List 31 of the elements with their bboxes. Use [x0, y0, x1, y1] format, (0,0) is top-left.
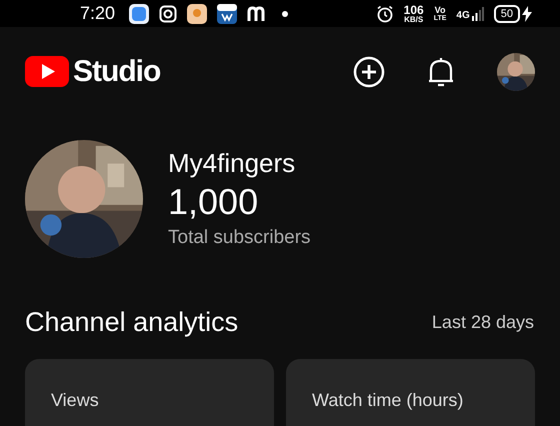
add-icon — [353, 56, 385, 88]
metric-label: Watch time (hours) — [312, 390, 464, 410]
metric-label: Views — [51, 390, 99, 410]
analytics-card[interactable]: Watch time (hours) — [286, 358, 535, 426]
dot-icon — [281, 10, 290, 18]
play-logo-icon — [25, 56, 69, 87]
account-avatar[interactable] — [497, 52, 535, 90]
subscriber-count: 1,000 — [168, 180, 260, 224]
network-speed: 106 — [404, 4, 424, 16]
app-icon — [187, 4, 208, 24]
volte-label: Vo — [434, 6, 446, 14]
app-icon — [217, 4, 238, 24]
camera-icon — [159, 4, 178, 22]
status-time: 7:20 — [80, 2, 116, 25]
alarm-icon — [376, 4, 394, 22]
app-icon — [129, 4, 150, 24]
notifications-button[interactable] — [427, 56, 455, 88]
create-button[interactable] — [353, 56, 385, 88]
period-label: Last 28 days — [432, 310, 534, 334]
analytics-card[interactable]: Views — [25, 358, 274, 426]
bell-icon — [427, 56, 455, 88]
section-title: Channel analytics — [25, 306, 238, 339]
app-title: Studio — [73, 54, 160, 90]
speed-unit: KB/S — [404, 16, 424, 24]
network-type: 4G — [456, 10, 470, 20]
subscribers-label: Total subscribers — [168, 226, 311, 250]
battery-level: 50 — [494, 4, 520, 22]
channel-name: My4fingers — [168, 147, 296, 179]
app-icon — [247, 6, 266, 22]
signal-icon — [472, 6, 484, 20]
charging-icon — [522, 6, 532, 22]
